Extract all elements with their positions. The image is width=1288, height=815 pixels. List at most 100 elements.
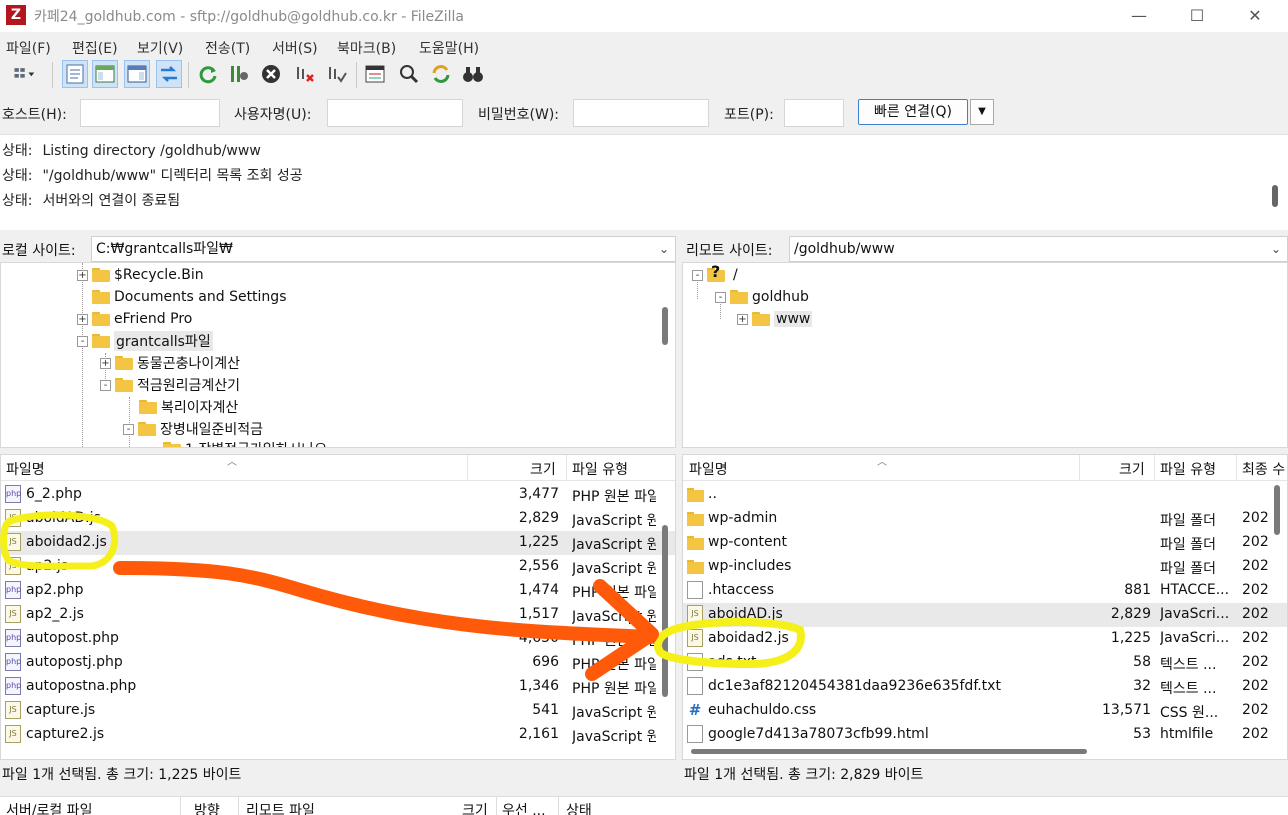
process-queue-icon[interactable] bbox=[226, 60, 252, 88]
local-tree-scrollbar[interactable] bbox=[662, 307, 668, 345]
remote-list-header: 파일명 ︿ 크기 파일 유형 최종 수정 bbox=[683, 455, 1287, 481]
close-icon[interactable]: ✕ bbox=[1240, 4, 1270, 28]
expand-icon[interactable]: + bbox=[100, 357, 111, 369]
tree-node[interactable]: Documents and Settings bbox=[92, 287, 286, 307]
queue-column-local[interactable]: 서버/로컬 파일 bbox=[6, 800, 92, 815]
file-row[interactable]: php autopostj.php 696 PHP 원본 파일 bbox=[1, 651, 675, 675]
file-row[interactable]: ads.txt 58 텍스트 ... 202 bbox=[683, 651, 1287, 675]
toggle-log-icon[interactable] bbox=[62, 60, 88, 88]
file-row[interactable]: # euhachuldo.css 13,571 CSS 원... 202 bbox=[683, 699, 1287, 723]
js-file-icon: JS bbox=[5, 725, 21, 743]
column-header-type[interactable]: 파일 유형 bbox=[1160, 459, 1216, 479]
column-header-name[interactable]: 파일명 bbox=[689, 459, 728, 479]
cancel-operation-icon[interactable] bbox=[258, 60, 284, 88]
column-header-date[interactable]: 최종 수정 bbox=[1242, 459, 1286, 479]
menu-server[interactable]: 서버(S) bbox=[272, 38, 318, 58]
file-row[interactable]: JS capture2.js 2,161 JavaScript 원본 파일 bbox=[1, 723, 675, 747]
binoculars-icon[interactable] bbox=[460, 60, 486, 88]
file-row[interactable]: JS ap2_2.js 1,517 JavaScript 원본 파일 bbox=[1, 603, 675, 627]
toggle-local-tree-icon[interactable] bbox=[92, 60, 118, 88]
column-header-name[interactable]: 파일명 bbox=[6, 459, 45, 479]
column-header-type[interactable]: 파일 유형 bbox=[572, 459, 628, 479]
site-manager-icon[interactable] bbox=[2, 60, 46, 88]
file-row[interactable]: wp-admin 파일 폴더 202 bbox=[683, 507, 1287, 531]
collapse-icon[interactable]: - bbox=[692, 269, 703, 281]
menu-bookmarks[interactable]: 북마크(B) bbox=[337, 38, 396, 58]
quickconnect-dropdown-icon[interactable]: ▼ bbox=[970, 99, 994, 125]
remote-list-scrollbar[interactable] bbox=[1274, 485, 1280, 535]
tree-node-selected[interactable]: + www bbox=[737, 309, 813, 329]
file-row[interactable]: dc1e3af82120454381daa9236e635fdf.txt 32 텍스… bbox=[683, 675, 1287, 699]
menu-file[interactable]: 파일(F) bbox=[6, 38, 51, 58]
file-row-selected[interactable]: JS aboidAD.js 2,829 JavaScri... 202 bbox=[683, 603, 1287, 627]
tree-node[interactable]: + $Recycle.Bin bbox=[77, 265, 204, 285]
column-header-size[interactable]: 크기 bbox=[530, 459, 556, 479]
file-row[interactable]: google7d413a78073cfb99.html 53 htmlfile 202 bbox=[683, 723, 1287, 747]
queue-column-direction[interactable]: 방향 bbox=[194, 800, 220, 815]
chevron-down-icon[interactable]: ⌄ bbox=[1271, 237, 1281, 261]
file-row[interactable]: php 6_2.php 3,477 PHP 원본 파일 bbox=[1, 483, 675, 507]
username-input[interactable] bbox=[327, 99, 463, 127]
menu-edit[interactable]: 편집(E) bbox=[72, 38, 118, 58]
collapse-icon[interactable]: - bbox=[77, 335, 88, 347]
menu-view[interactable]: 보기(V) bbox=[137, 38, 183, 58]
tree-node-selected[interactable]: - grantcalls파일 bbox=[77, 331, 213, 351]
file-row[interactable]: php autopostna.php 1,346 PHP 원본 파일 bbox=[1, 675, 675, 699]
queue-column-size[interactable]: 크기 bbox=[462, 800, 488, 815]
txt-file-icon bbox=[687, 581, 703, 599]
tree-node[interactable]: 1.장병적금가입하시나요 bbox=[163, 439, 327, 447]
disconnect-icon[interactable] bbox=[292, 60, 318, 88]
file-row[interactable]: JS aboidad2.js 1,225 JavaScri... 202 bbox=[683, 627, 1287, 651]
file-row[interactable]: php autopost.php 4,650 PHP 원본 파일 bbox=[1, 627, 675, 651]
log-scrollbar[interactable] bbox=[1272, 185, 1278, 207]
directory-filter-icon[interactable] bbox=[362, 60, 388, 88]
tree-node[interactable]: - 장병내일준비적금 bbox=[123, 419, 263, 439]
toggle-remote-tree-icon[interactable] bbox=[124, 60, 150, 88]
tree-node[interactable]: 복리이자계산 bbox=[139, 397, 238, 417]
chevron-down-icon[interactable]: ⌄ bbox=[659, 237, 669, 261]
expand-icon[interactable]: + bbox=[77, 313, 88, 325]
tree-node[interactable]: - goldhub bbox=[715, 287, 809, 307]
file-row[interactable]: wp-content 파일 폴더 202 bbox=[683, 531, 1287, 555]
collapse-icon[interactable]: - bbox=[715, 291, 726, 303]
tree-node[interactable]: + eFriend Pro bbox=[77, 309, 192, 329]
menu-help[interactable]: 도움말(H) bbox=[419, 38, 479, 58]
tree-node[interactable]: + 동물곤충나이계산 bbox=[100, 353, 240, 373]
file-size: 3,477 bbox=[518, 486, 559, 502]
filezilla-window: Z 카페24_goldhub.com - sftp://goldhub@gold… bbox=[0, 0, 1288, 815]
host-input[interactable] bbox=[80, 99, 220, 127]
expand-icon[interactable]: + bbox=[77, 269, 88, 281]
collapse-icon[interactable]: - bbox=[123, 423, 134, 435]
file-row[interactable]: php ap2.php 1,474 PHP 원본 파일 bbox=[1, 579, 675, 603]
file-row[interactable]: JS capture.js 541 JavaScript 원본 파일 bbox=[1, 699, 675, 723]
reconnect-icon[interactable] bbox=[324, 60, 350, 88]
remote-list-hscrollbar[interactable] bbox=[691, 749, 1087, 754]
port-input[interactable] bbox=[784, 99, 844, 127]
file-row[interactable]: JS ap2.js 2,556 JavaScript 원본 파일 bbox=[1, 555, 675, 579]
tree-node[interactable]: - 적금원리금계산기 bbox=[100, 375, 240, 395]
refresh-icon[interactable] bbox=[195, 60, 221, 88]
password-input[interactable] bbox=[573, 99, 709, 127]
expand-icon[interactable]: + bbox=[737, 313, 748, 325]
queue-column-priority[interactable]: 우선 ... bbox=[502, 800, 546, 815]
minimize-icon[interactable]: — bbox=[1124, 4, 1154, 28]
column-header-size[interactable]: 크기 bbox=[1119, 459, 1145, 479]
remote-path-combo[interactable]: /goldhub/www ⌄ bbox=[789, 236, 1288, 262]
maximize-icon[interactable]: ☐ bbox=[1182, 4, 1212, 28]
file-row[interactable]: JS aboidAD.js 2,829 JavaScript 원본 파일 bbox=[1, 507, 675, 531]
collapse-icon[interactable]: - bbox=[100, 379, 111, 391]
menu-transfer[interactable]: 전송(T) bbox=[205, 38, 250, 58]
quickconnect-button[interactable]: 빠른 연결(Q) bbox=[858, 99, 968, 125]
toggle-queue-icon[interactable] bbox=[156, 60, 182, 88]
tree-node[interactable]: - ? / bbox=[692, 263, 738, 285]
local-path-combo[interactable]: C:₩grantcalls파일₩ ⌄ bbox=[91, 236, 676, 262]
file-row[interactable]: .htaccess 881 HTACCE... 202 bbox=[683, 579, 1287, 603]
file-row[interactable]: wp-includes 파일 폴더 202 bbox=[683, 555, 1287, 579]
file-row[interactable]: .. bbox=[683, 483, 1287, 507]
sync-browsing-icon[interactable] bbox=[428, 60, 454, 88]
local-list-scrollbar[interactable] bbox=[662, 525, 668, 697]
queue-column-remote[interactable]: 리모트 파일 bbox=[246, 800, 315, 815]
queue-column-status[interactable]: 상태 bbox=[566, 800, 592, 815]
file-row-selected[interactable]: JS aboidad2.js 1,225 JavaScript 원본 파일 bbox=[1, 531, 675, 555]
search-icon[interactable] bbox=[396, 60, 422, 88]
